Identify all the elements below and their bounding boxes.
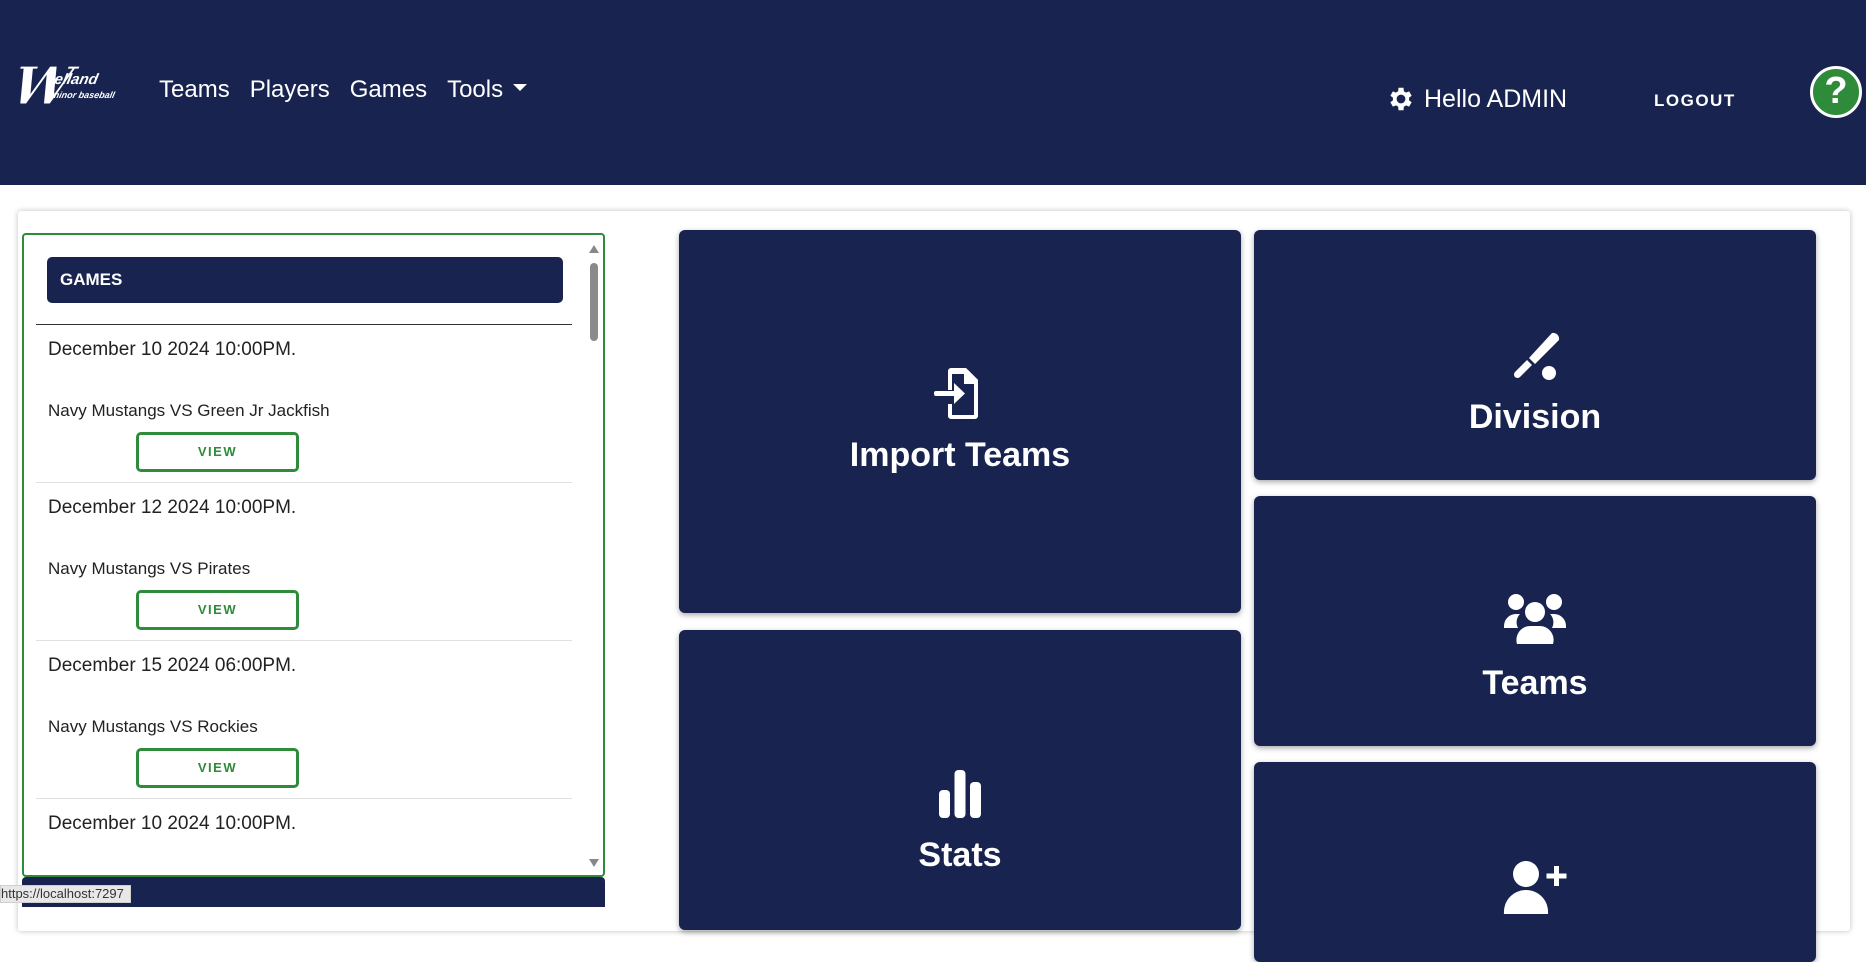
game-date: December 10 2024 10:00PM.	[48, 813, 297, 834]
game-date: December 15 2024 06:00PM.	[48, 655, 297, 676]
baseball-bat-ball-icon	[1513, 332, 1560, 380]
game-matchup: Navy Mustangs VS Green Jr Jackfish	[48, 401, 330, 420]
greeting-text: Hello ADMIN	[1424, 84, 1568, 113]
division-tile[interactable]: Division	[1254, 230, 1816, 480]
svg-text:minor baseball: minor baseball	[50, 90, 116, 100]
game-list-item: December 12 2024 10:00PM. Navy Mustangs …	[36, 483, 572, 641]
view-game-button[interactable]: VIEW	[136, 432, 299, 472]
nav-games[interactable]: Games	[350, 76, 427, 104]
tile-label: Stats	[918, 836, 1002, 874]
nav-teams[interactable]: Teams	[159, 76, 230, 104]
game-date: December 10 2024 10:00PM.	[48, 339, 297, 360]
nav-tools-dropdown[interactable]: Tools	[447, 76, 528, 104]
games-panel-title: GAMES	[47, 257, 563, 303]
game-list-item: December 10 2024 10:00PM.	[36, 799, 572, 875]
scrollbar-thumb[interactable]	[590, 263, 598, 341]
game-list-item: December 10 2024 10:00PM. Navy Mustangs …	[36, 325, 572, 483]
users-icon	[1504, 594, 1566, 644]
nav-players[interactable]: Players	[250, 76, 330, 104]
game-matchup: Navy Mustangs VS Rockies	[48, 717, 258, 736]
stats-tile[interactable]: Stats	[679, 630, 1241, 930]
caret-down-icon	[513, 84, 528, 92]
import-teams-tile[interactable]: Import Teams	[679, 230, 1241, 613]
game-date: December 12 2024 10:00PM.	[48, 497, 297, 518]
user-greeting[interactable]: Hello ADMIN	[1386, 84, 1567, 114]
file-import-icon	[934, 368, 978, 419]
teams-tile[interactable]: Teams	[1254, 496, 1816, 746]
games-panel: GAMES December 10 2024 10:00PM. Navy Mus…	[22, 233, 605, 877]
scroll-up-arrow-icon[interactable]	[589, 245, 599, 253]
view-game-button[interactable]: VIEW	[136, 590, 299, 630]
user-plus-icon	[1503, 861, 1567, 914]
view-game-button[interactable]: VIEW	[136, 748, 299, 788]
tile-label: Teams	[1482, 664, 1588, 702]
status-bar-url: https://localhost:7297	[0, 885, 131, 903]
main-nav: Teams Players Games Tools	[159, 76, 547, 104]
games-scrollbar[interactable]	[587, 239, 601, 873]
game-list-item: December 15 2024 06:00PM. Navy Mustangs …	[36, 641, 572, 799]
help-button[interactable]: ?	[1810, 66, 1862, 118]
tile-label: Import Teams	[849, 436, 1071, 474]
welland-logo[interactable]: W elland minor baseball	[6, 54, 126, 118]
top-navbar: W elland minor baseball Teams Players Ga…	[0, 0, 1866, 185]
tile-label: Division	[1468, 398, 1602, 436]
nav-tools-label: Tools	[447, 76, 504, 103]
logout-button[interactable]: LOGOUT	[1654, 91, 1736, 111]
add-player-tile[interactable]	[1254, 762, 1816, 962]
scroll-down-arrow-icon[interactable]	[589, 859, 599, 867]
bar-chart-icon	[939, 770, 981, 818]
gear-icon	[1390, 87, 1412, 111]
game-matchup: Navy Mustangs VS Pirates	[48, 559, 251, 578]
svg-text:elland: elland	[53, 71, 101, 88]
